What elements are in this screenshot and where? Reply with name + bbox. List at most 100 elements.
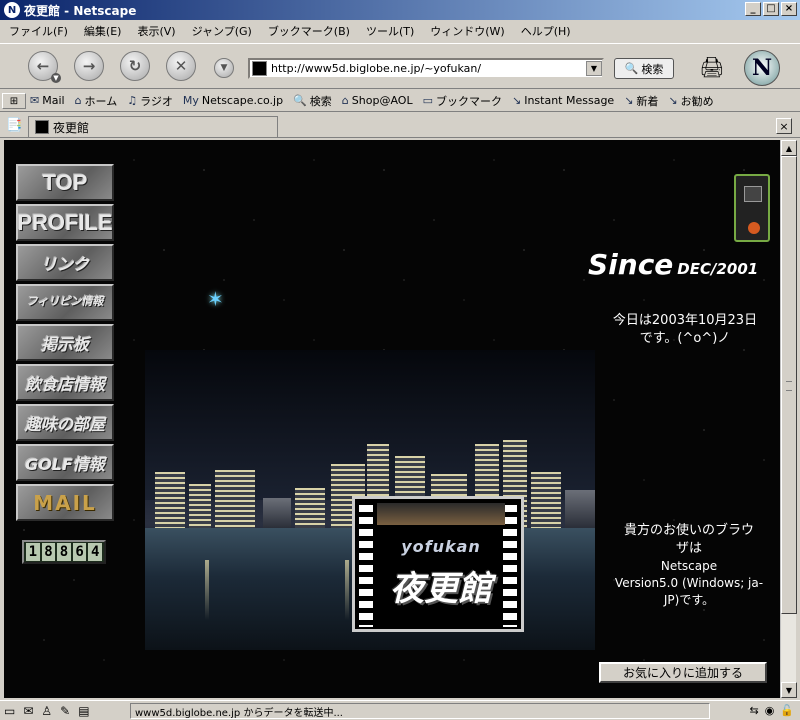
navigator-icon[interactable]: ▭: [4, 704, 15, 718]
pb-home[interactable]: ⌂ ホーム: [75, 93, 118, 109]
address-book-icon[interactable]: ▤: [78, 704, 89, 718]
sidebar-toggle-icon[interactable]: 📑: [6, 118, 22, 133]
netscape-throbber-logo[interactable]: N: [744, 50, 780, 86]
forward-button[interactable]: →: [74, 51, 104, 81]
browser-info-line: JP)です。: [663, 592, 715, 607]
search-button[interactable]: 🔍 検索: [614, 58, 674, 79]
site-favicon-icon: [252, 61, 267, 76]
pb-radio[interactable]: ♫ ラジオ: [127, 93, 173, 109]
mail-icon[interactable]: ✉: [23, 704, 33, 718]
privacy-eye-icon: ◉: [764, 704, 775, 717]
instant-messenger-icon[interactable]: ♙: [41, 704, 52, 718]
menu-tools[interactable]: ツール(T): [363, 23, 417, 39]
browser-info-line: ザは: [675, 541, 702, 557]
menu-file[interactable]: ファイル(F): [6, 23, 71, 39]
menu-edit[interactable]: 編集(E): [81, 23, 125, 39]
folder-icon: ▭: [422, 94, 433, 107]
nav-profile-button[interactable]: PROFILE: [16, 204, 114, 241]
sparkle-star-icon: ✶: [207, 287, 224, 311]
minimize-button[interactable]: _: [745, 2, 761, 16]
vertical-scrollbar[interactable]: ▲ ▼: [780, 140, 797, 698]
photo-reflection: [205, 560, 209, 620]
scroll-down-button[interactable]: ▼: [781, 682, 797, 698]
print-button[interactable]: 🖨: [696, 52, 728, 82]
status-indicators: ⇆ ◉ 🔓: [749, 704, 794, 717]
menu-window[interactable]: ウィンドウ(W): [427, 23, 507, 39]
reload-button[interactable]: ↻: [120, 51, 150, 81]
mail-icon: ✉: [30, 94, 40, 107]
nav-mail-button[interactable]: MAIL: [16, 484, 114, 521]
headphones-icon: ♫: [127, 94, 138, 107]
printer-icon: 🖨: [699, 55, 725, 79]
navigation-toolbar: ← ▼ → ↻ ✕ ▼ http://www5d.biglobe.ne.jp/~…: [0, 43, 800, 89]
online-status-icon[interactable]: ⇆: [749, 704, 758, 717]
stop-button[interactable]: ✕: [166, 51, 196, 81]
close-tab-button[interactable]: ×: [776, 118, 792, 134]
photo-reflection: [345, 560, 349, 620]
my-icon: My: [182, 94, 199, 107]
nav-golf-button[interactable]: GOLF情報: [16, 444, 114, 481]
url-history-button[interactable]: ▼: [214, 58, 234, 78]
scroll-thumb[interactable]: [781, 156, 797, 614]
pb-bookmarks[interactable]: ▭ ブックマーク: [423, 93, 502, 109]
nav-restaurant-button[interactable]: 飲食店情報: [16, 364, 114, 401]
photo-building: [295, 488, 325, 528]
maximize-button[interactable]: □: [763, 2, 779, 16]
yofukan-film-logo: yofukan 夜更館: [352, 496, 524, 632]
pb-recommend[interactable]: ↘ お勧め: [668, 93, 713, 109]
counter-digit: 4: [88, 543, 102, 561]
status-message: www5d.biglobe.ne.jp からデータを転送中...: [130, 703, 710, 719]
url-bar[interactable]: http://www5d.biglobe.ne.jp/~yofukan/ ▼: [248, 58, 604, 79]
url-dropdown-button[interactable]: ▼: [586, 61, 602, 76]
photo-building: [263, 498, 291, 528]
toolbar-grip-icon[interactable]: ⊞: [2, 93, 26, 109]
photo-building: [189, 484, 211, 528]
nav-philippines-button[interactable]: フィリピン情報: [16, 284, 114, 321]
pb-search[interactable]: 🔍 検索: [293, 93, 332, 109]
film-strip-left: [359, 505, 373, 627]
nav-hobby-button[interactable]: 趣味の部屋: [16, 404, 114, 441]
photo-building: [531, 472, 561, 528]
add-favorite-button[interactable]: お気に入りに追加する: [599, 662, 767, 683]
page-content: TOP PROFILE リンク フィリピン情報 掲示板 飲食店情報 趣味の部屋 …: [4, 140, 780, 698]
film-strip-right: [503, 505, 517, 627]
nav-bbs-button[interactable]: 掲示板: [16, 324, 114, 361]
close-button[interactable]: ×: [781, 2, 797, 16]
counter-digit: 8: [57, 543, 71, 561]
pb-instant-message[interactable]: ↘ Instant Message: [512, 94, 614, 107]
chevron-down-icon: ▼: [220, 63, 228, 73]
logo-english-name: yofukan: [401, 537, 481, 556]
since-banner: Since DEC/2001: [588, 248, 773, 281]
url-input[interactable]: http://www5d.biglobe.ne.jp/~yofukan/: [271, 62, 586, 75]
pb-mail[interactable]: ✉ Mail: [30, 94, 65, 107]
personal-toolbar: ⊞ ✉ Mail ⌂ ホーム ♫ ラジオ My Netscape.co.jp 🔍 検索 ⌂…: [0, 90, 800, 112]
menu-bookmarks[interactable]: ブックマーク(B): [265, 23, 353, 39]
film-reel-icon: [734, 174, 770, 242]
browser-info-line: Netscape: [660, 559, 718, 574]
scroll-up-button[interactable]: ▲: [781, 140, 797, 156]
menu-view[interactable]: 表示(V): [134, 23, 178, 39]
search-button-label: 検索: [641, 62, 664, 76]
home-icon: ⌂: [74, 94, 82, 107]
pb-shop[interactable]: ⌂ Shop@AOL: [342, 94, 413, 107]
pb-new[interactable]: ↘ 新着: [624, 93, 658, 109]
film-frame-top: [377, 503, 505, 525]
back-button[interactable]: ← ▼: [28, 51, 61, 83]
nav-top-button[interactable]: TOP: [16, 164, 114, 201]
link-icon: ↘: [624, 94, 634, 107]
composer-icon[interactable]: ✎: [60, 704, 70, 718]
shop-icon: ⌂: [341, 94, 349, 107]
window-titlebar: N 夜更館 - Netscape _ □ ×: [0, 0, 800, 20]
nav-link-button[interactable]: リンク: [16, 244, 114, 281]
menu-go[interactable]: ジャンプ(G): [189, 23, 255, 39]
link-icon: ↘: [511, 94, 522, 107]
back-history-dropdown-icon[interactable]: ▼: [51, 73, 61, 83]
menu-help[interactable]: ヘルプ(H): [518, 23, 574, 39]
tab-yofukan[interactable]: 夜更館: [28, 116, 278, 137]
counter-digit: 8: [41, 543, 56, 561]
link-icon: ↘: [668, 94, 678, 107]
magnifier-icon: 🔍: [624, 62, 639, 75]
window-controls: _ □ ×: [745, 2, 797, 16]
pb-netscape[interactable]: My Netscape.co.jp: [183, 94, 283, 107]
window-title: 夜更館 - Netscape: [24, 3, 137, 18]
